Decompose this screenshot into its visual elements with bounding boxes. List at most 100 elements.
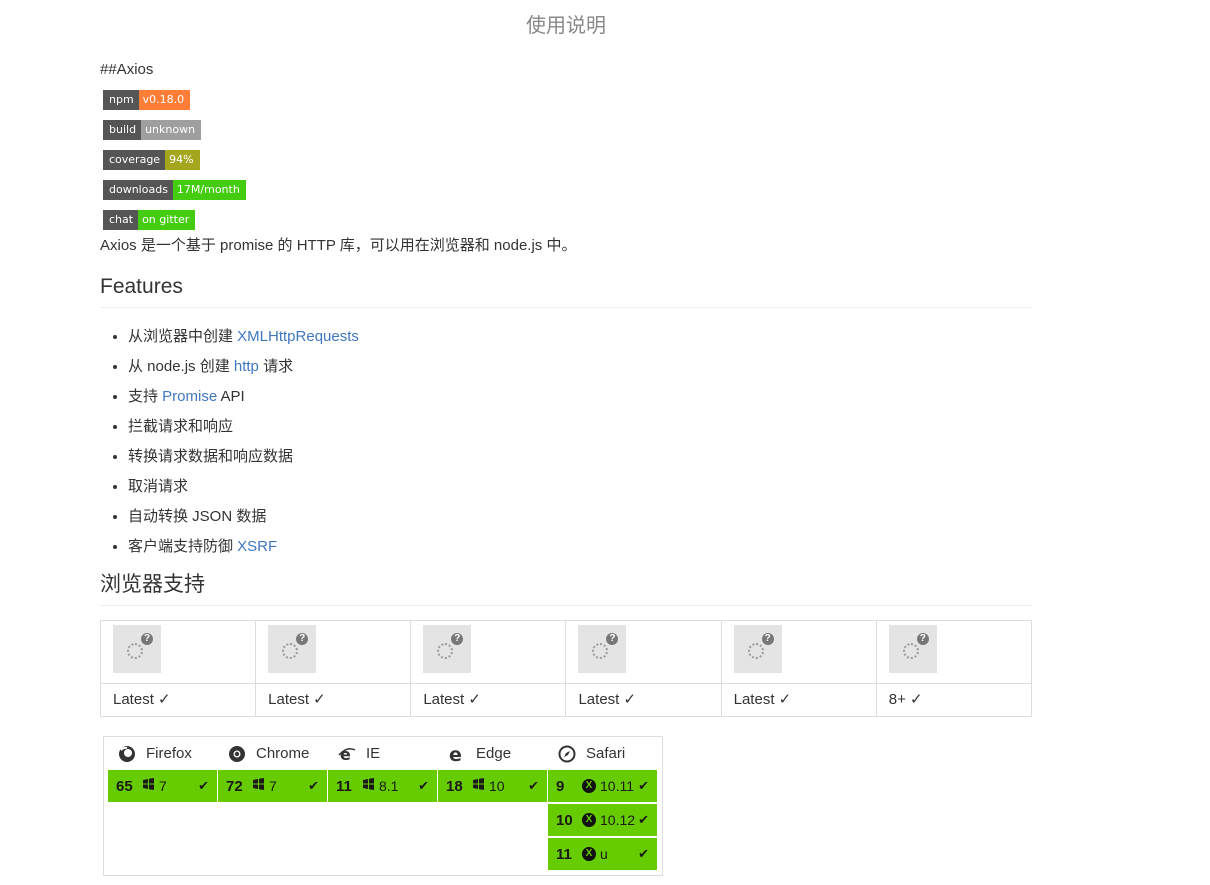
windows-icon [362, 778, 375, 794]
browser-column-header: Safari [548, 737, 657, 770]
raw-heading: ##Axios [100, 61, 154, 78]
badge-value: unknown [141, 120, 202, 140]
browser-column-safari: Safari 9 X 10.11 ✔ 10 X 10.12 ✔ 11 Xu ✔ [548, 737, 657, 872]
badge-value: on gitter [138, 210, 196, 230]
feature-item: 从浏览器中创建 XMLHttpRequests [128, 322, 1032, 352]
os-version: 10.11 [600, 778, 634, 794]
macos-icon: X [582, 813, 596, 827]
browser-logo-cell: ? [99, 620, 257, 684]
badge-list: npm v0.18.0 build unknown coverage 94% downloa… [100, 90, 1032, 240]
browser-version: 9 [556, 777, 565, 795]
feature-link[interactable]: http [234, 358, 259, 375]
browser-matrix: Firefox 65 7 ✔ Chrome 72 7 ✔ e IE 11 8.1 ✔ e Edge 18 10 ✔… [103, 736, 663, 876]
badge-row: npm v0.18.0 [100, 90, 1032, 120]
features-list: 从浏览器中创建 XMLHttpRequests从 node.js 创建 http… [100, 322, 1032, 562]
browser-logo-cell: ? [875, 620, 1033, 684]
os-version: 7 [159, 778, 167, 794]
feature-text-suffix: API [217, 388, 245, 405]
feature-item: 支持 Promise API [128, 382, 1032, 412]
browser-version: 11 [336, 777, 352, 795]
features-heading: Features [100, 274, 1032, 308]
badge-row: build unknown [100, 120, 1032, 150]
os-version: u [600, 846, 608, 862]
windows-icon [252, 778, 265, 794]
check-icon: ✔ [308, 778, 319, 793]
feature-link[interactable]: Promise [162, 388, 217, 405]
macos-icon: X [582, 847, 596, 861]
firefox-icon [118, 745, 136, 763]
browser-version-pass-cell: 65 7 ✔ [108, 770, 217, 802]
browser-version: 11 [556, 845, 572, 863]
feature-text: 从浏览器中创建 [128, 328, 238, 345]
browser-version-pass-cell: 18 10 ✔ [438, 770, 547, 802]
broken-image-icon: ? [423, 625, 472, 673]
feature-item: 客户端支持防御 XSRF [128, 532, 1032, 562]
browser-column-chrome: Chrome 72 7 ✔ [218, 737, 327, 804]
browser-version-cell: Latest ✓ [565, 683, 722, 717]
browser-name: IE [366, 745, 381, 762]
browser-version-pass-cell: 11 8.1 ✔ [328, 770, 437, 802]
browser-version-cell: Latest ✓ [720, 683, 877, 717]
badge-value: 17M/month [172, 180, 246, 200]
feature-item: 转换请求数据和响应数据 [128, 442, 1032, 472]
check-icon: ✔ [638, 846, 649, 861]
intro-text: Axios 是一个基于 promise 的 HTTP 库，可以用在浏览器和 no… [100, 237, 577, 254]
browser-support-table: ?????? Latest ✓ Latest ✓ Latest ✓ Latest ✓ L… [99, 620, 1033, 717]
badge-npm[interactable]: npm v0.18.0 [103, 90, 191, 110]
browser-column-firefox: Firefox 65 7 ✔ [108, 737, 217, 804]
feature-text: 从 node.js 创建 [128, 358, 234, 375]
badge-row: coverage 94% [100, 150, 1032, 180]
broken-image-icon: ? [733, 625, 782, 673]
feature-item: 拦截请求和响应 [128, 412, 1032, 442]
browser-logo-cell: ? [255, 620, 412, 684]
badge-label: npm [103, 90, 139, 110]
feature-text: 取消请求 [128, 478, 189, 495]
edge-icon: e [448, 744, 466, 766]
svg-text:e: e [340, 745, 351, 763]
browser-logo-cell: ? [410, 620, 567, 684]
browser-version-cell: 8+ ✓ [875, 683, 1033, 717]
browser-version-pass-cell: 9 X 10.11 ✔ [548, 770, 657, 802]
badge-label: coverage [103, 150, 166, 170]
safari-icon [558, 745, 576, 763]
broken-image-icon: ? [888, 625, 937, 673]
badge-value: v0.18.0 [138, 90, 191, 110]
badge-chat[interactable]: chat on gitter [103, 210, 196, 230]
badge-downloads[interactable]: downloads 17M/month [103, 180, 246, 200]
macos-icon: X [582, 779, 596, 793]
check-icon: ✔ [638, 778, 649, 793]
check-icon: ✔ [198, 778, 209, 793]
browser-column-header: e Edge [438, 737, 547, 770]
feature-item: 从 node.js 创建 http 请求 [128, 352, 1032, 382]
browser-column-edge: e Edge 18 10 ✔ [438, 737, 547, 804]
badge-label: downloads [103, 180, 173, 200]
browser-logo-cell: ? [720, 620, 877, 684]
broken-image-icon: ? [268, 625, 317, 673]
broken-image-icon: ? [578, 625, 627, 673]
browser-version: 72 [226, 777, 243, 795]
browser-column-header: e IE [328, 737, 437, 770]
os-version: 8.1 [379, 778, 399, 794]
os-version: 10.12 [600, 812, 636, 828]
chrome-icon [228, 745, 246, 763]
svg-text:e: e [449, 745, 462, 763]
browser-version-pass-cell: 10 X 10.12 ✔ [548, 804, 657, 836]
feature-link[interactable]: XSRF [237, 538, 277, 555]
badge-build[interactable]: build unknown [103, 120, 202, 140]
page-title: 使用说明 [526, 15, 606, 37]
readme-content: ##Axios npm v0.18.0 build unknown coverage 94… [99, 58, 1033, 717]
browser-name: Chrome [256, 745, 310, 762]
badge-value: 94% [165, 150, 200, 170]
browser-column-header: Firefox [108, 737, 217, 770]
badge-label: build [103, 120, 142, 140]
feature-text: 客户端支持防御 [128, 538, 238, 555]
browser-column-ie: e IE 11 8.1 ✔ [328, 737, 437, 804]
feature-link[interactable]: XMLHttpRequests [237, 328, 359, 345]
badge-coverage[interactable]: coverage 94% [103, 150, 200, 170]
feature-text: 拦截请求和响应 [128, 418, 234, 435]
browser-version-pass-cell: 11 Xu ✔ [548, 838, 657, 870]
badge-label: chat [103, 210, 139, 230]
feature-item: 取消请求 [128, 472, 1032, 502]
broken-image-icon: ? [113, 625, 161, 673]
browser-name: Safari [586, 745, 626, 762]
